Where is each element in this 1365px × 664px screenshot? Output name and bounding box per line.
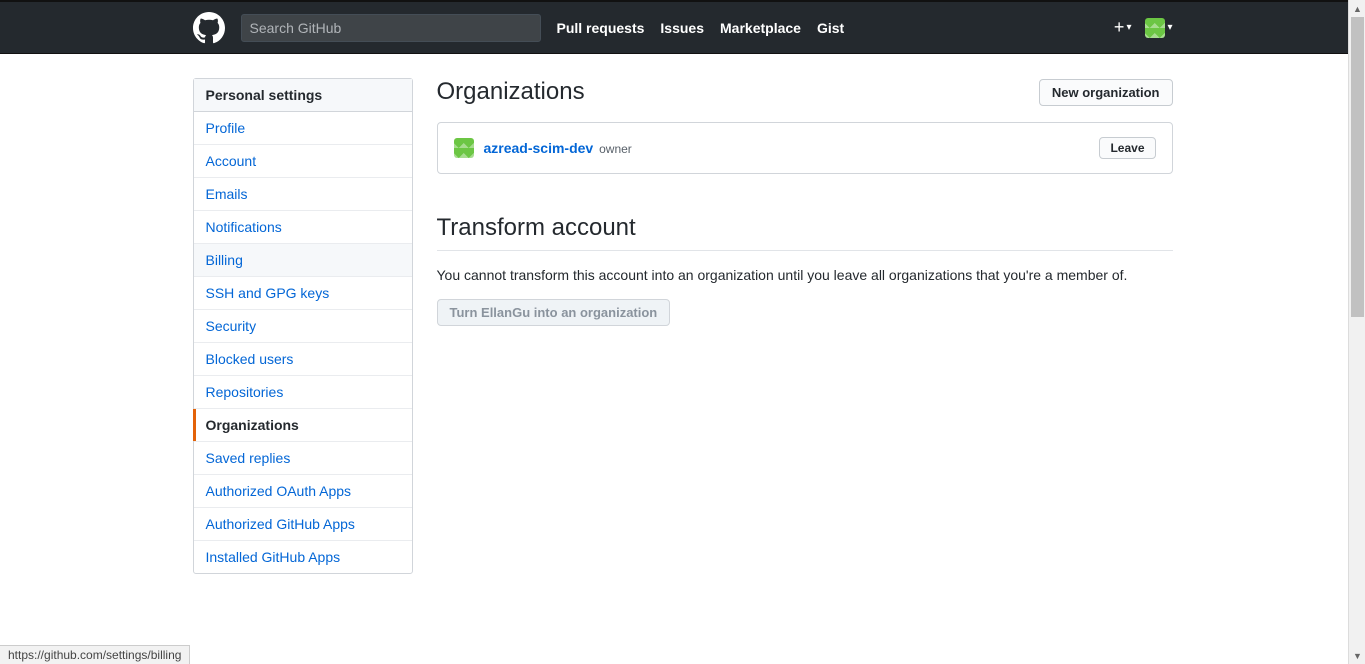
avatar <box>1145 18 1165 38</box>
organization-row: azread-scim-dev owner Leave <box>437 122 1173 174</box>
scroll-up-icon[interactable]: ▲ <box>1349 0 1365 17</box>
settings-sidebar: Personal settings Profile Account Emails… <box>193 78 413 574</box>
sidebar-item-github-apps[interactable]: Authorized GitHub Apps <box>194 508 412 541</box>
sidebar-item-installed-apps[interactable]: Installed GitHub Apps <box>194 541 412 573</box>
nav-issues[interactable]: Issues <box>660 20 704 36</box>
profile-dropdown[interactable]: ▾ <box>1145 18 1172 38</box>
sidebar-item-notifications[interactable]: Notifications <box>194 211 412 244</box>
org-name-wrap: azread-scim-dev owner <box>484 140 632 156</box>
vertical-scrollbar[interactable]: ▲ ▼ <box>1348 0 1365 664</box>
sidebar-item-emails[interactable]: Emails <box>194 178 412 211</box>
org-link[interactable]: azread-scim-dev <box>484 140 594 156</box>
sidebar-item-oauth-apps[interactable]: Authorized OAuth Apps <box>194 475 412 508</box>
chevron-down-icon: ▾ <box>1167 22 1172 33</box>
sidebar-item-billing[interactable]: Billing <box>194 244 412 277</box>
sidebar-item-organizations: Organizations <box>194 409 412 442</box>
sidebar-item-blocked-users[interactable]: Blocked users <box>194 343 412 376</box>
sidebar-item-account[interactable]: Account <box>194 145 412 178</box>
plus-icon: + <box>1114 17 1125 38</box>
new-organization-button[interactable]: New organization <box>1039 79 1173 106</box>
browser-status-bar: https://github.com/settings/billing <box>0 645 190 664</box>
header-right: + ▾ ▾ <box>1114 17 1173 38</box>
content: Organizations New organization azread-sc… <box>437 78 1173 574</box>
nav-pull-requests[interactable]: Pull requests <box>557 20 645 36</box>
scroll-thumb[interactable] <box>1351 17 1364 317</box>
org-role: owner <box>599 142 632 156</box>
scroll-down-icon[interactable]: ▼ <box>1349 647 1365 664</box>
sidebar-item-ssh-gpg[interactable]: SSH and GPG keys <box>194 277 412 310</box>
sidebar-item-saved-replies[interactable]: Saved replies <box>194 442 412 475</box>
primary-nav: Pull requests Issues Marketplace Gist <box>557 20 845 36</box>
chevron-down-icon: ▾ <box>1126 22 1131 33</box>
page-subhead: Organizations New organization <box>437 78 1173 106</box>
github-logo-icon[interactable] <box>193 12 225 44</box>
nav-marketplace[interactable]: Marketplace <box>720 20 801 36</box>
divider <box>437 250 1173 251</box>
sidebar-item-profile[interactable]: Profile <box>194 112 412 145</box>
transform-description: You cannot transform this account into a… <box>437 267 1173 283</box>
search-input[interactable] <box>241 14 541 42</box>
create-dropdown[interactable]: + ▾ <box>1114 17 1132 38</box>
sidebar-heading: Personal settings <box>194 79 412 112</box>
sidebar-item-repositories[interactable]: Repositories <box>194 376 412 409</box>
header-inner: Pull requests Issues Marketplace Gist + … <box>193 12 1173 44</box>
transform-button: Turn EllanGu into an organization <box>437 299 671 326</box>
sidebar-item-security[interactable]: Security <box>194 310 412 343</box>
leave-org-button[interactable]: Leave <box>1099 137 1155 159</box>
nav-gist[interactable]: Gist <box>817 20 844 36</box>
org-avatar <box>454 138 474 158</box>
page-title: Organizations <box>437 78 1039 106</box>
app-header: Pull requests Issues Marketplace Gist + … <box>0 0 1365 54</box>
main-container: Personal settings Profile Account Emails… <box>193 78 1173 574</box>
transform-title: Transform account <box>437 214 1173 242</box>
